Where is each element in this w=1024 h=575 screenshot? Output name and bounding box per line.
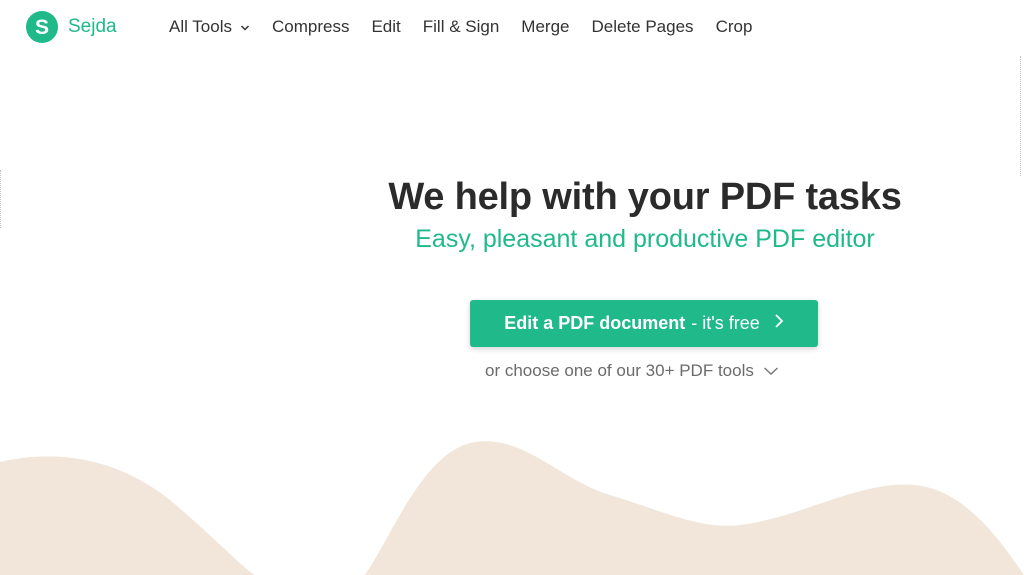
scrollbar[interactable] [1020,56,1024,176]
main-nav: All Tools Compress Edit Fill & Sign Merg… [169,17,774,37]
edit-pdf-button-free-label: - it's free [691,313,760,333]
svg-text:S: S [35,16,49,39]
nav-delete-pages[interactable]: Delete Pages [591,17,693,37]
chevron-right-icon [774,313,784,334]
edit-pdf-button-label: Edit a PDF document [504,313,686,333]
nav-compress[interactable]: Compress [272,17,349,37]
logo-s-icon: S [26,11,58,43]
nav-all-tools[interactable]: All Tools [169,17,250,37]
choose-tools-label: or choose one of our 30+ PDF tools [485,361,754,380]
top-navbar: S Sejda All Tools Compress Edit Fill & S… [0,0,1024,56]
sejda-logo[interactable]: S Sejda [26,11,117,43]
hero-title: We help with your PDF tasks [388,176,902,218]
hero-subtitle: Easy, pleasant and productive PDF editor [415,225,875,253]
chevron-down-icon [763,361,779,381]
edit-pdf-button[interactable]: Edit a PDF document - it's free [470,300,818,347]
nav-fill-sign[interactable]: Fill & Sign [423,17,500,37]
choose-tools-link[interactable]: or choose one of our 30+ PDF tools [485,361,779,381]
chevron-down-icon [240,17,250,37]
nav-all-tools-label: All Tools [169,17,232,36]
nav-crop[interactable]: Crop [716,17,753,37]
page: S Sejda All Tools Compress Edit Fill & S… [0,0,1024,575]
decorative-waves [0,441,1024,575]
brand-name: Sejda [68,16,117,37]
nav-merge[interactable]: Merge [521,17,569,37]
nav-edit[interactable]: Edit [371,17,400,37]
